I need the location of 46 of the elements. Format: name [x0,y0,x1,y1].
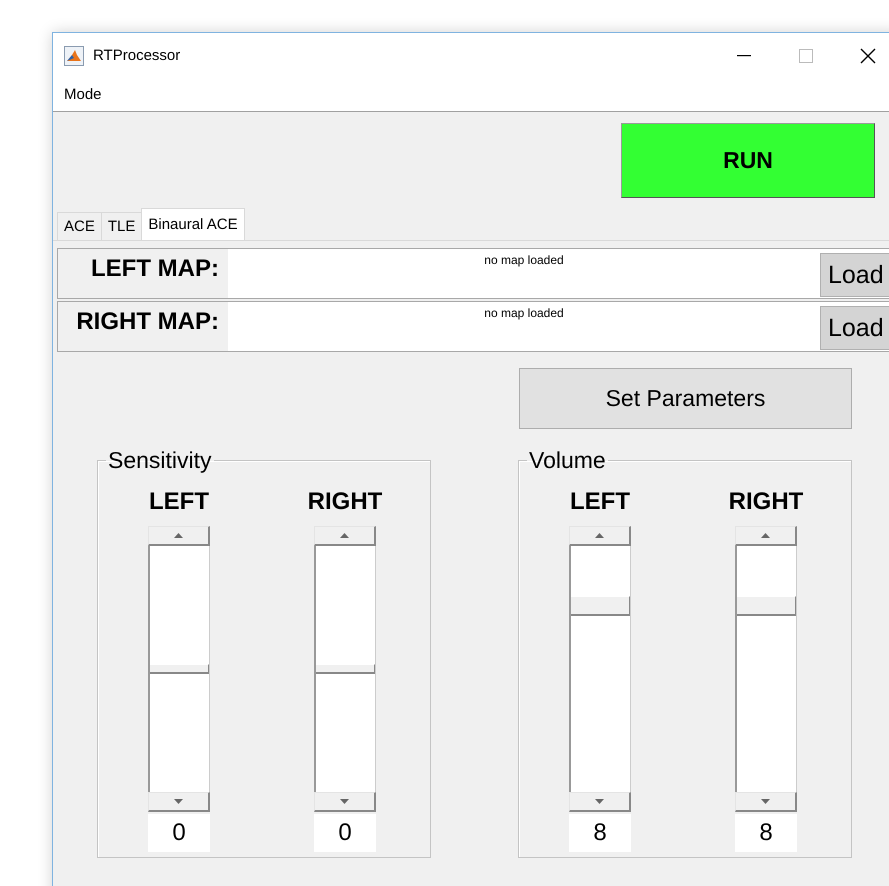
maximize-icon [799,48,813,62]
up-arrow-icon [761,533,770,538]
scroll-up-button[interactable] [314,526,376,546]
group-title: Volume [528,447,607,474]
value-display: 0 [148,814,210,852]
up-arrow-icon [595,533,604,538]
load-button[interactable]: Load [820,253,889,297]
tab[interactable]: Binaural ACE [141,208,245,240]
tab[interactable]: ACE [57,212,102,240]
value-display: 0 [314,814,376,852]
slider-thumb[interactable] [571,596,630,616]
scroll-down-button[interactable] [148,792,210,812]
group-title: Sensitivity [107,447,213,474]
channel-label: LEFT [149,488,209,517]
channel-label: LEFT [570,488,630,517]
close-icon [860,48,876,64]
map-status: no map loaded [483,252,565,269]
scroll-up-button[interactable] [569,526,631,546]
map-status: no map loaded [483,305,565,322]
map-label: RIGHT MAP: [58,302,228,351]
scroll-up-button[interactable] [735,526,797,546]
set-parameters-button[interactable]: Set Parameters [519,368,852,429]
scroll-down-button[interactable] [569,792,631,812]
value-display: 8 [735,814,797,852]
slider-thumb[interactable] [150,664,209,674]
run-button[interactable]: RUN [621,123,875,198]
down-arrow-icon [595,799,604,804]
down-arrow-icon [340,799,349,804]
load-button[interactable]: Load [820,306,889,350]
menu-item[interactable]: Mode [64,86,102,103]
up-arrow-icon [174,533,183,538]
minimize-icon [737,54,751,56]
window-title: RTProcessor [93,47,180,64]
down-arrow-icon [761,799,770,804]
scroll-up-button[interactable] [148,526,210,546]
down-arrow-icon [174,799,183,804]
scroll-down-button[interactable] [314,792,376,812]
app-icon [64,46,84,66]
slider-thumb[interactable] [737,596,796,616]
channel-label: RIGHT [728,488,804,517]
map-label: LEFT MAP: [58,249,228,298]
slider-thumb[interactable] [316,664,375,674]
scroll-down-button[interactable] [735,792,797,812]
channel-label: RIGHT [308,488,382,517]
value-display: 8 [569,814,631,852]
up-arrow-icon [340,533,349,538]
